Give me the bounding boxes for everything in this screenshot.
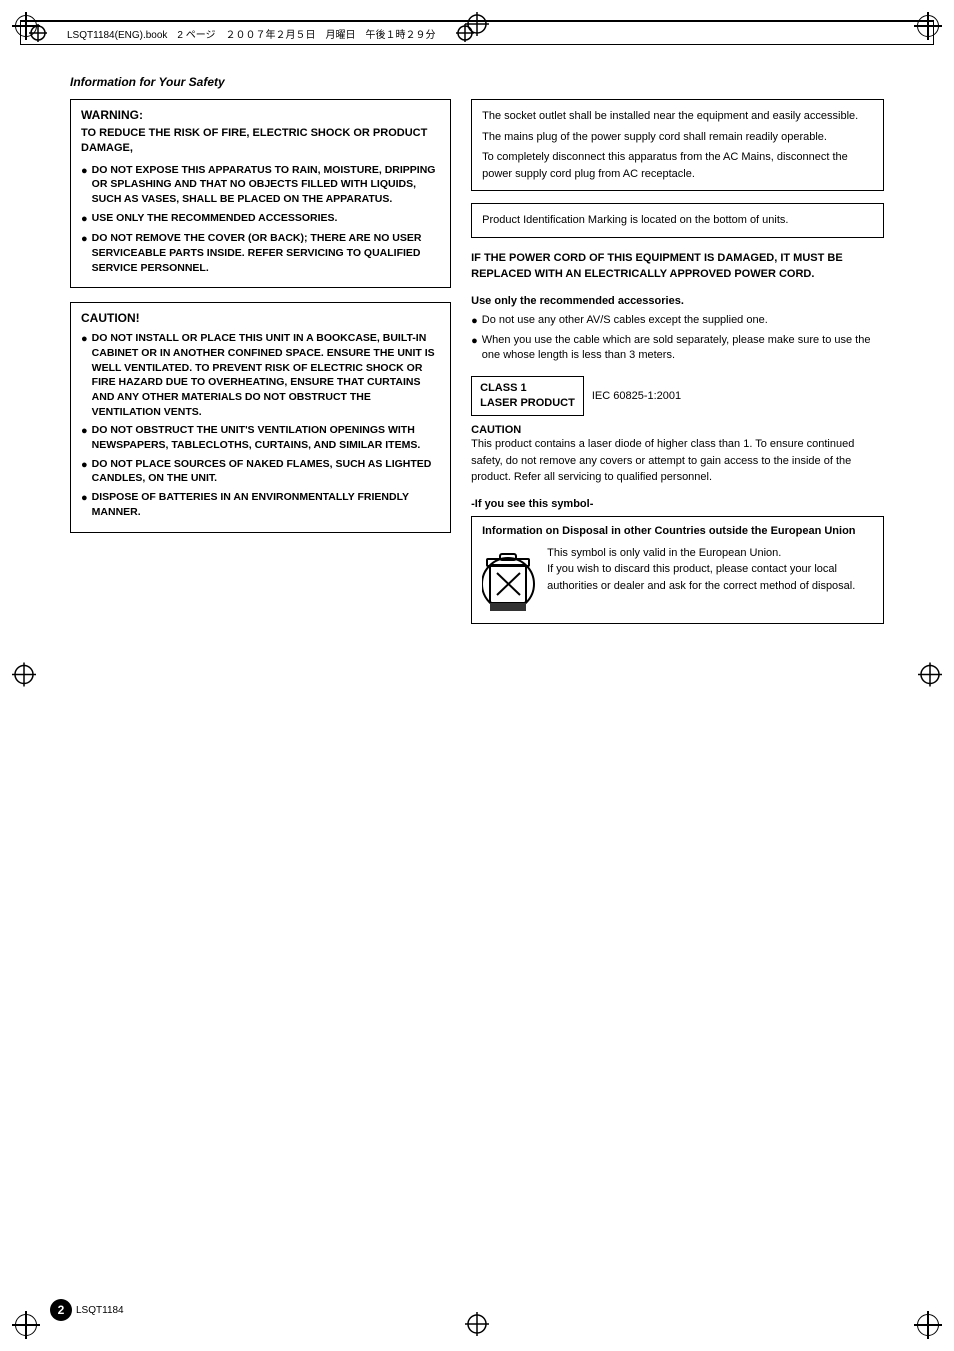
- disposal-content: This symbol is only valid in the Europea…: [482, 545, 873, 615]
- caution-bullet-text-4: DISPOSE OF BATTERIES IN AN ENVIRONMENTAL…: [92, 490, 440, 519]
- warning-bullet-text-1: DO NOT EXPOSE THIS APPARATUS TO RAIN, MO…: [92, 163, 440, 207]
- laser-product: LASER PRODUCT: [480, 396, 575, 411]
- two-column-layout: WARNING: TO REDUCE THE RISK OF FIRE, ELE…: [70, 99, 884, 624]
- disposal-box: Information on Disposal in other Countri…: [471, 516, 884, 624]
- disposal-text-content: This symbol is only valid in the Europea…: [547, 547, 855, 592]
- caution-box: CAUTION! ● DO NOT INSTALL OR PLACE THIS …: [70, 302, 451, 532]
- trash-bin-icon: [482, 545, 537, 615]
- header-bar: LSQT1184(ENG).book 2 ページ ２００７年２月５日 月曜日 午…: [20, 20, 934, 45]
- acc-dot-2: ●: [471, 334, 478, 364]
- page-code: LSQT1184: [76, 1305, 124, 1316]
- warning-bullet-2: ● USE ONLY THE RECOMMENDED ACCESSORIES.: [81, 211, 440, 227]
- caution-title: CAUTION!: [81, 311, 440, 325]
- power-cord-text: IF THE POWER CORD OF THIS EQUIPMENT IS D…: [471, 250, 884, 283]
- warning-bullet-text-3: DO NOT REMOVE THE COVER (OR BACK); THERE…: [92, 231, 440, 275]
- disposal-text: This symbol is only valid in the Europea…: [547, 545, 873, 615]
- product-id-text: Product Identification Marking is locate…: [482, 214, 788, 226]
- bullet-dot-icon: ●: [81, 164, 88, 207]
- warning-box: WARNING: TO REDUCE THE RISK OF FIRE, ELE…: [70, 99, 451, 288]
- accessories-bullet-2: ● When you use the cable which are sold …: [471, 333, 884, 364]
- laser-box: CLASS 1 LASER PRODUCT IEC 60825-1:2001: [471, 376, 884, 417]
- header-crosshair-icon: [29, 24, 47, 42]
- acc-dot-1: ●: [471, 314, 478, 329]
- laser-caution-text: This product contains a laser diode of h…: [471, 436, 884, 486]
- mid-mark-right: [918, 662, 942, 689]
- caution-bullet-1: ● DO NOT INSTALL OR PLACE THIS UNIT IN A…: [81, 331, 440, 419]
- laser-section: CLASS 1 LASER PRODUCT IEC 60825-1:2001 C…: [471, 376, 884, 486]
- footer: 2 LSQT1184: [50, 1299, 124, 1321]
- accessories-section: Use only the recommended accessories. ● …: [471, 295, 884, 364]
- caution-bullet-text-3: DO NOT PLACE SOURCES OF NAKED FLAMES, SU…: [92, 457, 440, 486]
- laser-class-box: CLASS 1 LASER PRODUCT: [471, 376, 584, 417]
- caution-bullet-3: ● DO NOT PLACE SOURCES OF NAKED FLAMES, …: [81, 457, 440, 486]
- header-crosshair-icon-right: [456, 24, 474, 42]
- reg-mark-bl: [12, 1311, 40, 1339]
- laser-class: CLASS 1: [480, 381, 575, 396]
- caution-dot-2: ●: [81, 424, 88, 452]
- product-id-box: Product Identification Marking is locate…: [471, 203, 884, 238]
- accessories-bullet-1: ● Do not use any other AV/S cables excep…: [471, 313, 884, 329]
- warning-bullet-3: ● DO NOT REMOVE THE COVER (OR BACK); THE…: [81, 231, 440, 275]
- acc-bullet-text-2: When you use the cable which are sold se…: [482, 333, 884, 364]
- bullet-dot-icon-2: ●: [81, 212, 88, 227]
- bullet-dot-icon-3: ●: [81, 232, 88, 275]
- caution-bullet-text-2: DO NOT OBSTRUCT THE UNIT'S VENTILATION O…: [92, 423, 440, 452]
- socket-text-1: The socket outlet shall be installed nea…: [482, 108, 873, 125]
- acc-bullet-text-1: Do not use any other AV/S cables except …: [482, 313, 768, 329]
- socket-box: The socket outlet shall be installed nea…: [471, 99, 884, 191]
- symbol-section: -If you see this symbol- Information on …: [471, 498, 884, 624]
- page-container: LSQT1184(ENG).book 2 ページ ２００７年２月５日 月曜日 午…: [0, 0, 954, 1351]
- symbol-intro: -If you see this symbol-: [471, 498, 884, 510]
- caution-bullet-4: ● DISPOSE OF BATTERIES IN AN ENVIRONMENT…: [81, 490, 440, 519]
- section-title: Information for Your Safety: [70, 75, 884, 89]
- main-content: Information for Your Safety WARNING: TO …: [20, 65, 934, 634]
- caution-bullet-2: ● DO NOT OBSTRUCT THE UNIT'S VENTILATION…: [81, 423, 440, 452]
- caution-dot-1: ●: [81, 332, 88, 419]
- socket-text-2: The mains plug of the power supply cord …: [482, 129, 873, 146]
- left-column: WARNING: TO REDUCE THE RISK OF FIRE, ELE…: [70, 99, 451, 624]
- mid-mark-bottom: [465, 1312, 489, 1339]
- caution-dot-4: ●: [81, 491, 88, 519]
- laser-caution-title: CAUTION: [471, 424, 884, 436]
- header-file-info: LSQT1184(ENG).book 2 ページ ２００７年２月５日 月曜日 午…: [67, 26, 436, 41]
- warning-bullet-text-2: USE ONLY THE RECOMMENDED ACCESSORIES.: [92, 211, 338, 227]
- reg-mark-br: [914, 1311, 942, 1339]
- right-column: The socket outlet shall be installed nea…: [471, 99, 884, 624]
- socket-text-3: To completely disconnect this apparatus …: [482, 149, 873, 182]
- mid-mark-left: [12, 662, 36, 689]
- accessories-title: Use only the recommended accessories.: [471, 295, 884, 307]
- laser-iec: IEC 60825-1:2001: [592, 390, 681, 402]
- disposal-title: Information on Disposal in other Countri…: [482, 525, 873, 537]
- warning-subtitle: TO REDUCE THE RISK OF FIRE, ELECTRIC SHO…: [81, 126, 440, 157]
- page-number: 2: [50, 1299, 72, 1321]
- caution-bullet-text-1: DO NOT INSTALL OR PLACE THIS UNIT IN A B…: [92, 331, 440, 419]
- disposal-icon: [482, 545, 537, 615]
- warning-bullet-1: ● DO NOT EXPOSE THIS APPARATUS TO RAIN, …: [81, 163, 440, 207]
- warning-title: WARNING:: [81, 108, 440, 122]
- caution-dot-3: ●: [81, 458, 88, 486]
